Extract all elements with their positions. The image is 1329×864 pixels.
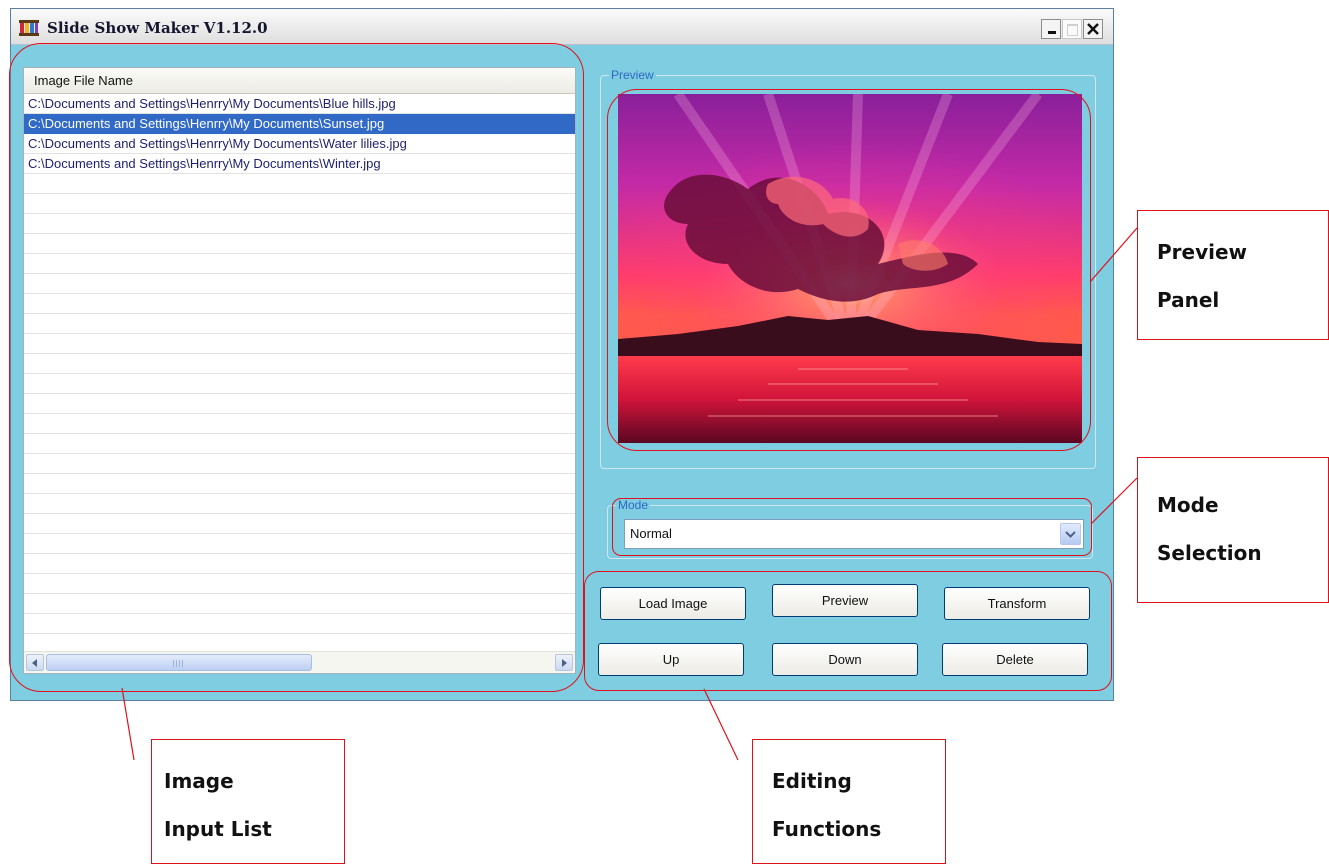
close-button[interactable] xyxy=(1083,19,1103,39)
annotation-image-input-list: Image Input List xyxy=(151,739,345,864)
annotation-mode-selection: Mode Selection xyxy=(1137,457,1329,603)
callout-ring-buttons xyxy=(584,571,1112,691)
maximize-button xyxy=(1062,19,1082,39)
minimize-button[interactable] xyxy=(1041,19,1061,39)
annotation-preview-panel: Preview Panel xyxy=(1137,210,1329,340)
annotation-editing-functions: Editing Functions xyxy=(752,739,946,864)
close-icon xyxy=(1087,23,1099,35)
callout-ring-mode xyxy=(612,498,1092,556)
title-bar[interactable]: Slide Show Maker V1.12.0 xyxy=(11,9,1113,45)
preview-group-label: Preview xyxy=(609,68,656,82)
film-strip-icon xyxy=(19,20,39,36)
callout-ring-image-list xyxy=(9,43,584,692)
callout-ring-preview xyxy=(607,89,1091,451)
window-title: Slide Show Maker V1.12.0 xyxy=(47,19,268,37)
